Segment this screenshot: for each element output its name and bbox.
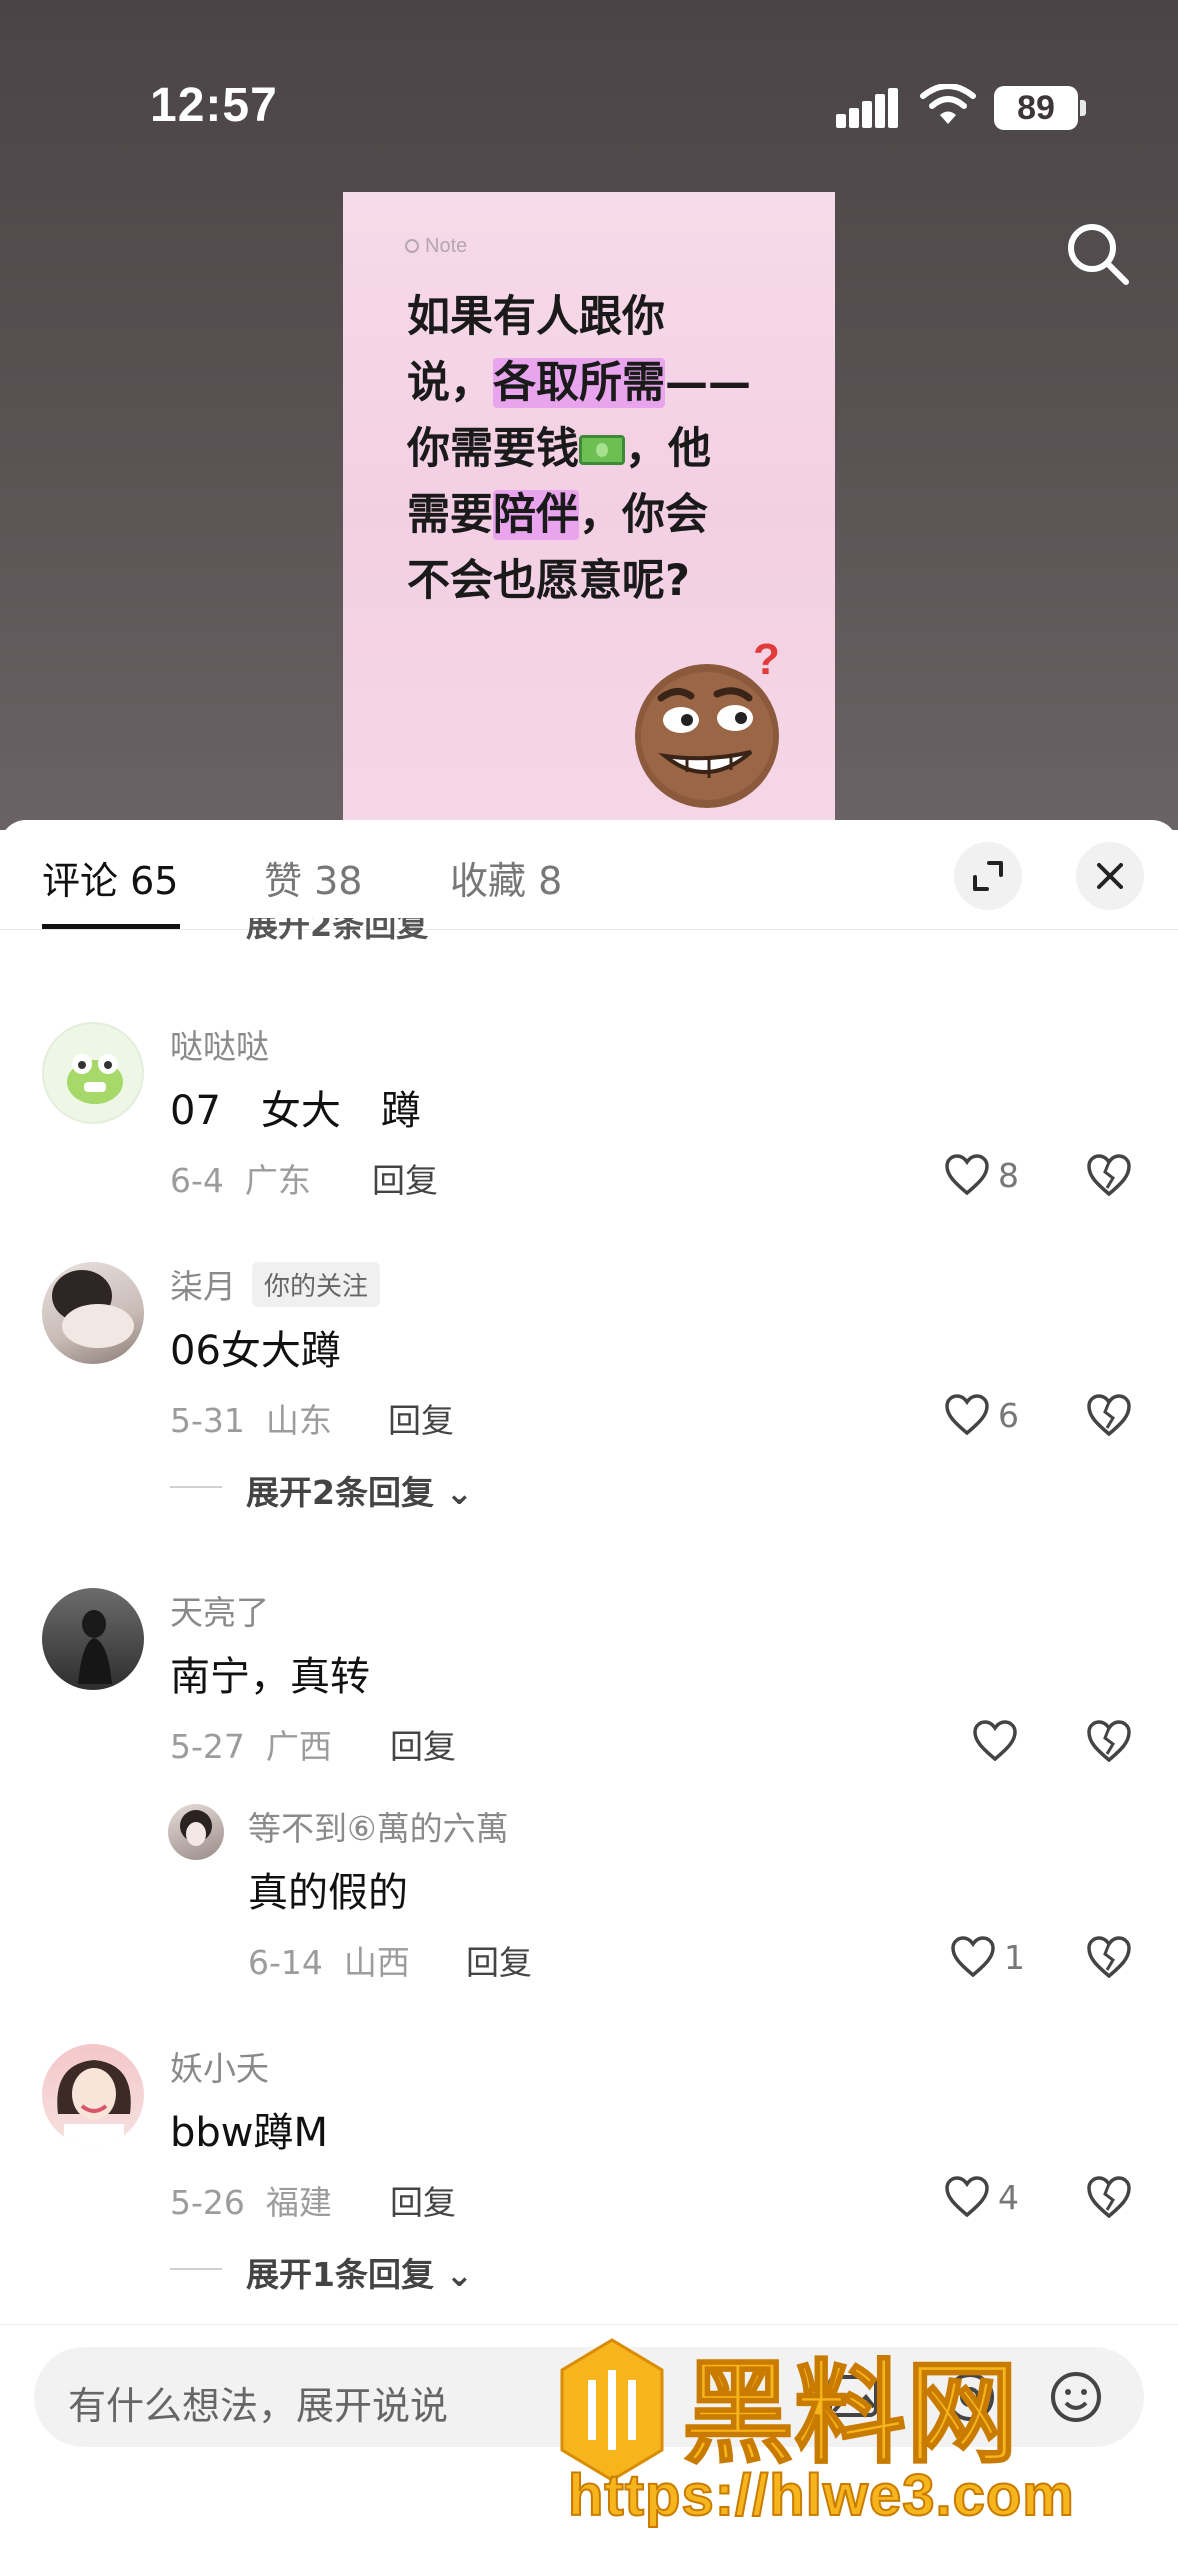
tab-underline	[42, 924, 180, 929]
expand-icon	[973, 861, 1003, 891]
expand-replies-button[interactable]: 展开2条回复 ⌄	[246, 1466, 473, 1514]
dislike-heart-icon[interactable]	[1086, 1152, 1132, 1198]
note-tag: Note	[405, 235, 467, 258]
like-heart-icon[interactable]	[950, 1936, 996, 1978]
comment-text: bbw蹲M	[170, 2110, 329, 2156]
battery-indicator: 89	[994, 86, 1078, 130]
wifi-icon	[920, 84, 976, 124]
expand-divider	[170, 1486, 222, 1488]
svg-text:?: ?	[753, 640, 780, 684]
like-heart-icon[interactable]	[944, 1154, 990, 1196]
username[interactable]: 哒哒哒	[170, 1020, 269, 1068]
reply-button[interactable]: 回复	[390, 1720, 456, 1768]
like-count: 4	[998, 2178, 1019, 2217]
like-count: 8	[998, 1156, 1019, 1195]
like-heart-icon[interactable]	[944, 1394, 990, 1436]
battery-tip	[1080, 100, 1086, 116]
tab-likes[interactable]: 赞 38	[264, 850, 362, 905]
video-area[interactable]: 12:57 89 Note 如果有人跟你 说，各取所需—— 你需要钱 ，他 需要陪…	[0, 0, 1178, 832]
tab-favorites[interactable]: 收藏 8	[450, 850, 562, 905]
note-text: 如果有人跟你 说，各取所需—— 你需要钱 ，他 需要陪伴，你会 不会也愿意呢?	[407, 292, 751, 606]
chevron-down-icon: ⌄	[445, 1473, 474, 1512]
money-icon	[579, 435, 625, 465]
clipped-expand-replies[interactable]: 展开2条回复	[246, 918, 428, 940]
expand-replies-button[interactable]: 展开1条回复 ⌄	[246, 2248, 473, 2296]
expand-divider	[170, 2268, 222, 2270]
like-count: 1	[1004, 1938, 1025, 1977]
avatar[interactable]	[42, 1262, 144, 1364]
frog-avatar-icon	[67, 1054, 123, 1104]
tab-comments[interactable]: 评论 65	[42, 850, 178, 905]
search-icon[interactable]	[1064, 220, 1132, 288]
reply-button[interactable]: 回复	[388, 1394, 454, 1442]
close-button[interactable]	[1076, 842, 1144, 910]
avatar[interactable]	[42, 2044, 144, 2146]
input-placeholder: 有什么想法，展开说说	[68, 2384, 449, 2428]
username[interactable]: 妖小夭	[170, 2042, 269, 2090]
girl-avatar-icon	[180, 1810, 212, 1846]
dislike-heart-icon[interactable]	[1086, 2174, 1132, 2220]
username[interactable]: 等不到⑥萬的六萬	[248, 1802, 509, 1850]
like-heart-icon[interactable]	[944, 2176, 990, 2218]
dislike-heart-icon[interactable]	[1086, 1718, 1132, 1764]
close-icon	[1097, 863, 1123, 889]
status-time: 12:57	[150, 79, 278, 132]
comment-meta: 6-4 广东	[170, 1161, 311, 1200]
avatar[interactable]	[42, 1588, 144, 1690]
like-count: 6	[998, 1396, 1019, 1435]
thinking-face-icon: ?	[635, 640, 780, 808]
dislike-heart-icon[interactable]	[1086, 1392, 1132, 1438]
comment-text: 真的假的	[248, 1870, 408, 1916]
avatar[interactable]	[168, 1804, 224, 1860]
comments-panel: 评论 65 赞 38 收藏 8 展开2条回复 哒哒哒 07 女大 蹲 6-4 广…	[0, 820, 1178, 2560]
signal-icon	[836, 88, 900, 128]
comment-text: 南宁，真转	[170, 1654, 370, 1700]
reply-button[interactable]: 回复	[466, 1936, 532, 1984]
following-badge: 你的关注	[252, 1262, 381, 1307]
tab-bar: 评论 65 赞 38 收藏 8	[0, 820, 1178, 930]
comment-meta: 5-27 广西	[170, 1727, 332, 1766]
username[interactable]: 柒月	[170, 1260, 236, 1308]
girl-avatar-icon	[57, 2060, 131, 2146]
watermark-url: https://hlwe3.com	[567, 2462, 1075, 2529]
avatar[interactable]	[42, 1022, 144, 1124]
comment-meta: 5-26 福建	[170, 2183, 332, 2222]
comment-text: 06女大蹲	[170, 1328, 341, 1374]
expand-button[interactable]	[954, 842, 1022, 910]
girl-avatar-icon	[52, 1270, 134, 1348]
comment-meta: 5-31 山东	[170, 1401, 332, 1440]
like-heart-icon[interactable]	[972, 1720, 1018, 1762]
comment-meta: 6-14 山西	[248, 1943, 410, 1982]
comment-text: 07 女大 蹲	[170, 1088, 421, 1134]
dislike-heart-icon[interactable]	[1086, 1934, 1132, 1980]
username[interactable]: 天亮了	[170, 1586, 269, 1634]
watermark-title: 黑料网	[682, 2349, 1018, 2479]
reply-button[interactable]: 回复	[372, 1154, 438, 1202]
note-ring-icon	[405, 239, 419, 253]
note-image: Note 如果有人跟你 说，各取所需—— 你需要钱 ，他 需要陪伴，你会 不会也愿…	[343, 192, 835, 832]
chevron-down-icon: ⌄	[445, 2255, 474, 2294]
reply-button[interactable]: 回复	[390, 2176, 456, 2224]
silhouette-avatar-icon	[78, 1610, 112, 1684]
